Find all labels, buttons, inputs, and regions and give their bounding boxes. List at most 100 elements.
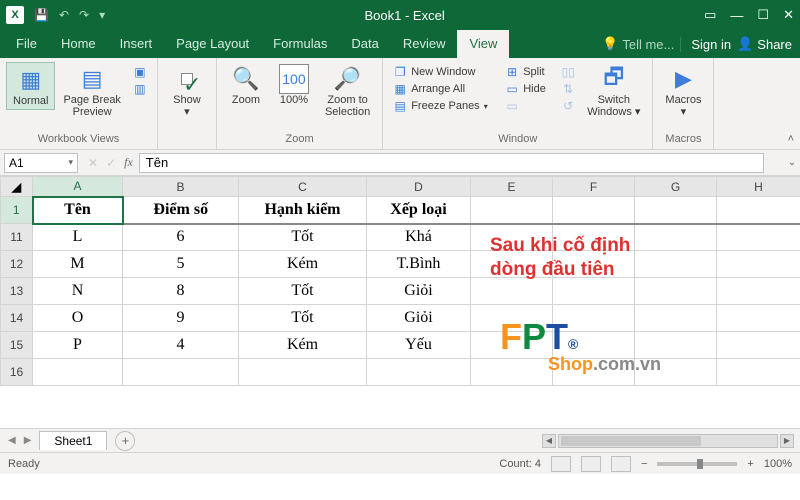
page-layout-button[interactable]: ▣ xyxy=(129,64,151,80)
col-header-A[interactable]: A xyxy=(33,177,123,197)
cell[interactable] xyxy=(717,332,800,359)
page-break-view-icon-status[interactable] xyxy=(611,456,631,472)
cell[interactable]: Tốt xyxy=(239,305,367,332)
sheet-tab-1[interactable]: Sheet1 xyxy=(39,431,107,450)
collapse-ribbon-button[interactable]: ˄ xyxy=(782,129,800,149)
col-header-D[interactable]: D xyxy=(367,177,471,197)
redo-icon[interactable]: ↷ xyxy=(79,8,89,22)
expand-formula-bar-icon[interactable]: ⌄ xyxy=(784,157,800,168)
cell[interactable]: M xyxy=(33,251,123,278)
cell[interactable]: N xyxy=(33,278,123,305)
cell[interactable] xyxy=(635,224,717,251)
cell[interactable] xyxy=(33,359,123,386)
cell-A1[interactable]: Tên xyxy=(33,197,123,224)
add-sheet-button[interactable]: + xyxy=(115,431,135,451)
cell[interactable]: Kém xyxy=(239,251,367,278)
cell[interactable] xyxy=(123,359,239,386)
ribbon-options-icon[interactable]: ▭ xyxy=(704,7,716,23)
cell[interactable]: Tốt xyxy=(239,278,367,305)
row-header[interactable]: 12 xyxy=(1,251,33,278)
row-header[interactable]: 15 xyxy=(1,332,33,359)
cell-B1[interactable]: Điểm số xyxy=(123,197,239,224)
cell[interactable]: 8 xyxy=(123,278,239,305)
undo-icon[interactable]: ↶ xyxy=(59,8,69,22)
page-break-preview-button[interactable]: ▤ Page Break Preview xyxy=(57,62,126,120)
tell-me-search[interactable]: 💡Tell me... xyxy=(602,36,674,52)
zoom-in-icon[interactable]: + xyxy=(747,458,753,470)
cell[interactable] xyxy=(471,359,553,386)
cell[interactable]: Yếu xyxy=(367,332,471,359)
cell[interactable]: P xyxy=(33,332,123,359)
macros-button[interactable]: ▶ Macros▾ xyxy=(659,62,707,120)
zoom-button[interactable]: 🔍 Zoom xyxy=(223,62,269,108)
qat-dropdown-icon[interactable]: ▾ xyxy=(99,8,105,22)
cell[interactable] xyxy=(553,197,635,224)
row-header-1[interactable]: 1 xyxy=(1,197,33,224)
cell[interactable] xyxy=(717,197,800,224)
reset-position-button[interactable]: ↺ xyxy=(557,98,579,114)
tab-scroll-left-icon[interactable]: ◀ xyxy=(8,435,16,446)
cell[interactable] xyxy=(635,197,717,224)
switch-windows-button[interactable]: 🗗 Switch Windows ▾ xyxy=(581,62,646,120)
cell[interactable]: Tốt xyxy=(239,224,367,251)
maximize-icon[interactable]: ☐ xyxy=(757,7,769,23)
cell[interactable]: L xyxy=(33,224,123,251)
show-button[interactable]: ✓ Show▾ xyxy=(164,62,210,120)
unhide-button[interactable]: ▭ xyxy=(501,98,555,114)
cell[interactable] xyxy=(635,278,717,305)
row-header[interactable]: 16 xyxy=(1,359,33,386)
hscroll-right-icon[interactable]: ▶ xyxy=(780,434,794,448)
insert-function-icon[interactable]: fx xyxy=(124,155,133,170)
cell[interactable]: O xyxy=(33,305,123,332)
col-header-F[interactable]: F xyxy=(553,177,635,197)
col-header-E[interactable]: E xyxy=(471,177,553,197)
name-box-dropdown-icon[interactable]: ▾ xyxy=(68,157,73,168)
col-header-G[interactable]: G xyxy=(635,177,717,197)
select-all-corner[interactable]: ◢ xyxy=(1,177,33,197)
cell[interactable] xyxy=(471,197,553,224)
normal-view-icon-status[interactable] xyxy=(551,456,571,472)
tab-data[interactable]: Data xyxy=(339,30,390,58)
hide-button[interactable]: ▭Hide xyxy=(501,81,555,97)
zoom-out-icon[interactable]: − xyxy=(641,458,647,470)
view-side-by-side-button[interactable]: ▯▯ xyxy=(557,64,579,80)
cell[interactable] xyxy=(717,224,800,251)
tab-insert[interactable]: Insert xyxy=(108,30,165,58)
close-icon[interactable]: ✕ xyxy=(783,7,794,23)
cell[interactable]: 4 xyxy=(123,332,239,359)
cell[interactable] xyxy=(635,251,717,278)
page-layout-view-icon-status[interactable] xyxy=(581,456,601,472)
tab-home[interactable]: Home xyxy=(49,30,108,58)
cell-D1[interactable]: Xếp loại xyxy=(367,197,471,224)
tab-review[interactable]: Review xyxy=(391,30,458,58)
custom-views-button[interactable]: ▥ xyxy=(129,81,151,97)
cell[interactable]: 6 xyxy=(123,224,239,251)
row-header[interactable]: 14 xyxy=(1,305,33,332)
cell[interactable]: Giỏi xyxy=(367,305,471,332)
col-header-C[interactable]: C xyxy=(239,177,367,197)
col-header-B[interactable]: B xyxy=(123,177,239,197)
row-header[interactable]: 13 xyxy=(1,278,33,305)
sync-scroll-button[interactable]: ⇅ xyxy=(557,81,579,97)
save-icon[interactable]: 💾 xyxy=(34,8,49,22)
minimize-icon[interactable]: — xyxy=(730,8,743,23)
cell[interactable]: 5 xyxy=(123,251,239,278)
tab-pagelayout[interactable]: Page Layout xyxy=(164,30,261,58)
cell[interactable] xyxy=(635,305,717,332)
zoom-level[interactable]: 100% xyxy=(764,458,792,470)
cell[interactable]: T.Bình xyxy=(367,251,471,278)
freeze-panes-button[interactable]: ▤Freeze Panes ▾ xyxy=(389,98,499,114)
tab-view[interactable]: View xyxy=(457,30,509,58)
name-box[interactable]: A1 ▾ xyxy=(4,153,78,173)
tab-file[interactable]: File xyxy=(4,30,49,58)
zoom-slider[interactable] xyxy=(657,462,737,466)
col-header-H[interactable]: H xyxy=(717,177,800,197)
spreadsheet-grid[interactable]: ◢ A B C D E F G H 1 Tên Điểm số Hạnh kiể… xyxy=(0,176,800,386)
zoom-to-selection-button[interactable]: 🔎 Zoom to Selection xyxy=(319,62,376,120)
sign-in-link[interactable]: Sign in xyxy=(680,37,731,52)
normal-view-button[interactable]: ▦ Normal xyxy=(6,62,55,110)
cell[interactable] xyxy=(367,359,471,386)
cell[interactable] xyxy=(717,305,800,332)
row-header[interactable]: 11 xyxy=(1,224,33,251)
formula-input[interactable]: Tên xyxy=(139,153,764,173)
